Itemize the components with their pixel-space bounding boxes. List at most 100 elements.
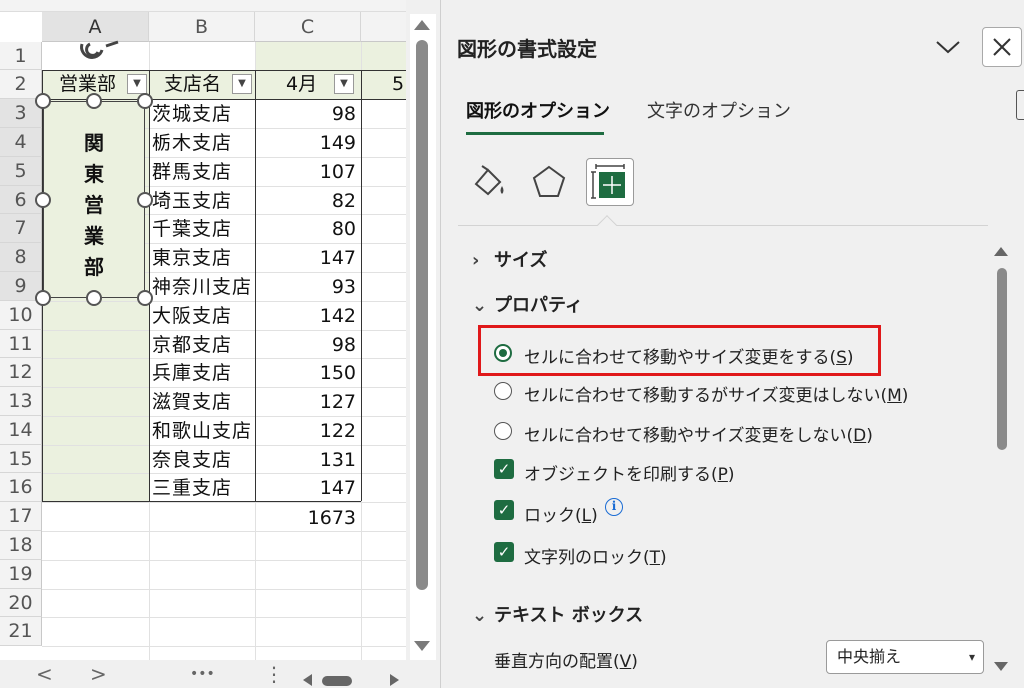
- vertical-ellipsis-icon[interactable]: ⋮: [264, 662, 284, 686]
- row-header[interactable]: 20: [0, 589, 42, 617]
- column-header-c[interactable]: C: [255, 12, 361, 42]
- row-header[interactable]: 12: [0, 358, 42, 387]
- branch-cell[interactable]: 千葉支店: [152, 215, 255, 243]
- chevron-down-icon[interactable]: [934, 38, 962, 56]
- next-sheet-icon[interactable]: >: [90, 662, 107, 686]
- total-cell[interactable]: 1673: [256, 504, 356, 532]
- april-value-cell[interactable]: 149: [256, 129, 356, 157]
- resize-handle-bottom-right[interactable]: [137, 290, 153, 306]
- branch-cell[interactable]: 三重支店: [152, 474, 255, 502]
- row-header[interactable]: 5: [0, 157, 42, 186]
- april-value-cell[interactable]: 150: [256, 359, 356, 387]
- april-value-cell[interactable]: 131: [256, 446, 356, 474]
- april-value-cell[interactable]: 93: [256, 273, 356, 301]
- scroll-down-arrow-icon[interactable]: [414, 641, 430, 651]
- scroll-right-arrow-icon[interactable]: [386, 672, 402, 688]
- branch-cell[interactable]: 大阪支店: [152, 302, 255, 330]
- resize-handle-top-left[interactable]: [35, 93, 51, 109]
- branch-cell[interactable]: 兵庫支店: [152, 359, 255, 387]
- april-value-cell[interactable]: 147: [256, 244, 356, 272]
- tab-shape-options[interactable]: 図形のオプション: [466, 97, 610, 123]
- filter-dropdown-icon[interactable]: ▼: [232, 74, 252, 94]
- vertical-align-select[interactable]: 中央揃え ▾: [826, 640, 984, 674]
- row-header[interactable]: 21: [0, 617, 42, 646]
- column-header-b[interactable]: B: [149, 12, 255, 42]
- close-button[interactable]: [982, 27, 1022, 67]
- branch-cell[interactable]: 京都支店: [152, 331, 255, 359]
- resize-handle-top-right[interactable]: [137, 93, 153, 109]
- row-header[interactable]: 18: [0, 531, 42, 560]
- resize-handle-right[interactable]: [137, 192, 153, 208]
- branch-cell[interactable]: 栃木支店: [152, 129, 255, 157]
- row-header[interactable]: 13: [0, 387, 42, 416]
- tab-text-options[interactable]: 文字のオプション: [647, 97, 791, 123]
- row-header[interactable]: 4: [0, 128, 42, 157]
- rotate-handle-icon[interactable]: [76, 40, 124, 64]
- branch-cell[interactable]: 茨城支店: [152, 100, 255, 128]
- pane-scroll-thumb[interactable]: [997, 268, 1007, 450]
- april-value-cell[interactable]: 80: [256, 215, 356, 243]
- scroll-up-arrow-icon[interactable]: [414, 20, 430, 30]
- checkmark-icon[interactable]: ✓: [494, 542, 514, 562]
- resize-handle-bottom-left[interactable]: [35, 290, 51, 306]
- table-border: [149, 70, 150, 501]
- row-header[interactable]: 7: [0, 214, 42, 243]
- header-cell-may[interactable]: 5: [362, 71, 406, 98]
- fill-line-icon[interactable]: [464, 158, 512, 206]
- section-textbox[interactable]: ⌄ テキスト ボックス: [472, 601, 643, 627]
- april-value-cell[interactable]: 107: [256, 158, 356, 186]
- column-header-d[interactable]: [361, 12, 406, 42]
- header-cell-april[interactable]: 4月: [256, 71, 334, 98]
- row-header[interactable]: 14: [0, 416, 42, 445]
- prev-sheet-icon[interactable]: <: [36, 662, 53, 686]
- pane-scroll-down-icon[interactable]: [994, 662, 1008, 671]
- april-value-cell[interactable]: 82: [256, 187, 356, 215]
- branch-cell[interactable]: 埼玉支店: [152, 187, 255, 215]
- branch-cell[interactable]: 滋賀支店: [152, 388, 255, 416]
- branch-cell[interactable]: 奈良支店: [152, 446, 255, 474]
- row-header[interactable]: 19: [0, 560, 42, 589]
- april-value-cell[interactable]: 98: [256, 331, 356, 359]
- more-sheets-icon[interactable]: •••: [190, 662, 215, 686]
- effects-pentagon-icon[interactable]: [525, 158, 573, 206]
- header-cell-branch[interactable]: 支店名: [150, 71, 236, 98]
- sheet-scroll-thumb[interactable]: [416, 40, 428, 590]
- april-value-cell[interactable]: 122: [256, 417, 356, 445]
- radio-button-selected[interactable]: [494, 344, 512, 362]
- column-header-a[interactable]: A: [42, 12, 149, 42]
- checkmark-icon[interactable]: ✓: [494, 500, 514, 520]
- section-size[interactable]: › サイズ: [472, 246, 547, 272]
- row-header[interactable]: 16: [0, 473, 42, 502]
- april-value-cell[interactable]: 98: [256, 100, 356, 128]
- branch-cell[interactable]: 東京支店: [152, 244, 255, 272]
- resize-handle-bottom[interactable]: [86, 290, 102, 306]
- radio-button[interactable]: [494, 382, 512, 400]
- checkmark-icon[interactable]: ✓: [494, 459, 514, 479]
- april-value-cell[interactable]: 142: [256, 302, 356, 330]
- row-header[interactable]: 10: [0, 301, 42, 330]
- scroll-left-arrow-icon[interactable]: [300, 672, 316, 688]
- row-header[interactable]: 2: [0, 70, 42, 99]
- radio-button[interactable]: [494, 422, 512, 440]
- branch-cell[interactable]: 群馬支店: [152, 158, 255, 186]
- pane-scroll-up-icon[interactable]: [994, 247, 1008, 256]
- row-header[interactable]: 1: [0, 42, 42, 70]
- row-header[interactable]: 15: [0, 445, 42, 473]
- row-header[interactable]: 8: [0, 243, 42, 272]
- branch-cell[interactable]: 神奈川支店: [152, 273, 255, 301]
- resize-handle-left[interactable]: [35, 192, 51, 208]
- april-value-cell[interactable]: 127: [256, 388, 356, 416]
- filter-dropdown-icon[interactable]: ▼: [127, 74, 147, 94]
- section-properties[interactable]: ⌄ プロパティ: [472, 291, 583, 317]
- header-cell-department[interactable]: 営業部: [43, 71, 127, 98]
- horizontal-scroll-thumb[interactable]: [322, 676, 352, 686]
- shape-text[interactable]: 関 東 営 業 部: [43, 128, 145, 283]
- branch-cell[interactable]: 和歌山支店: [152, 417, 255, 445]
- row-header[interactable]: 11: [0, 330, 42, 358]
- resize-handle-top[interactable]: [86, 93, 102, 109]
- row-header[interactable]: 17: [0, 502, 42, 531]
- info-icon[interactable]: i: [605, 498, 623, 516]
- size-properties-icon[interactable]: [586, 158, 634, 206]
- filter-dropdown-icon[interactable]: ▼: [334, 74, 354, 94]
- april-value-cell[interactable]: 147: [256, 474, 356, 502]
